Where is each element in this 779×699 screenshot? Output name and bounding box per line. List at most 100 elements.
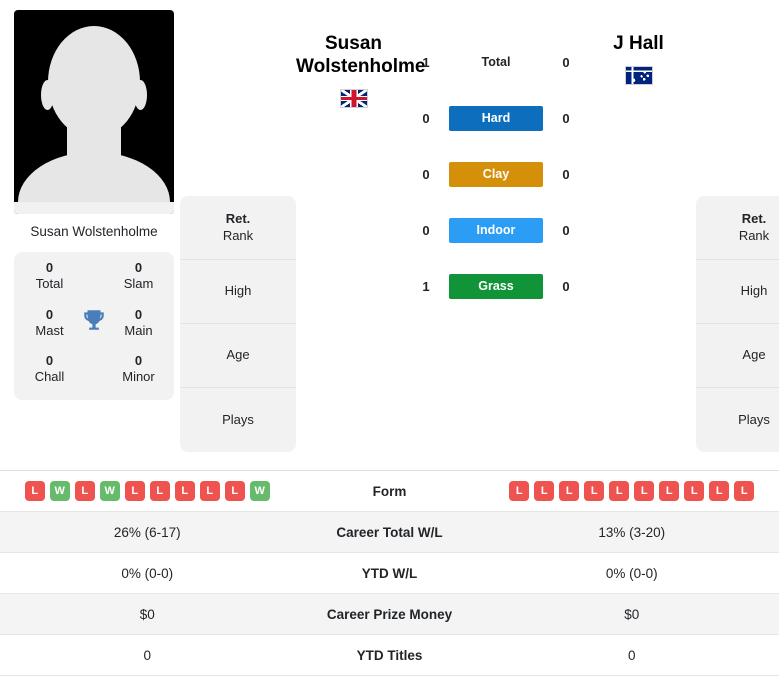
h2h-row-clay: 0 Clay 0 — [411, 146, 581, 202]
h2h-clay-left-score: 0 — [422, 166, 430, 182]
ytd-titles-left: 0 — [143, 647, 151, 663]
form-badge-left-8[interactable]: L — [224, 481, 245, 501]
h2h-grass-right-score: 0 — [562, 278, 570, 294]
right-info-rank: Ret. Rank — [696, 196, 779, 260]
career-prize-money-right: $0 — [624, 606, 640, 622]
h2h-total-left-score: 1 — [422, 54, 430, 70]
left-player-photo-caption: Susan Wolstenholme — [30, 224, 158, 239]
ytd-titles-right: 0 — [627, 647, 636, 663]
form-badge-right-9[interactable]: L — [734, 481, 755, 501]
form-badge-left-2[interactable]: L — [74, 481, 95, 501]
h2h-row-indoor: 0 Indoor 0 — [411, 202, 581, 258]
left-info-card: Ret. Rank High Age Plays — [180, 196, 296, 452]
form-badge-right-3[interactable]: L — [584, 481, 605, 501]
left-info-rank-label: Rank — [222, 227, 254, 243]
right-info-plays: Plays — [696, 388, 779, 452]
right-info-age-label: Age — [742, 347, 766, 363]
career-total-wl-label: Career Total W/L — [336, 524, 443, 540]
h2h-grass-left-score: 1 — [422, 278, 430, 294]
left-info-age-label: Age — [226, 347, 250, 363]
left-titles-total-label: Total — [35, 276, 64, 292]
left-titles-chall-label: Chall — [34, 369, 65, 385]
ytd-wl-left: 0% (0-0) — [121, 565, 174, 581]
left-info-rank: Ret. Rank — [180, 196, 296, 260]
stats-row-career-prize-money: $0 Career Prize Money $0 — [0, 594, 779, 635]
left-titles-minor-label: Minor — [122, 369, 155, 385]
right-info-plays-label: Plays — [738, 411, 770, 427]
h2h-indoor-left-score: 0 — [422, 222, 430, 238]
right-info-high: High — [696, 260, 779, 324]
gb-flag-icon — [339, 89, 368, 109]
form-badge-left-5[interactable]: L — [149, 481, 170, 501]
left-titles-chall: 0 Chall — [20, 353, 79, 386]
left-titles-total: 0 Total — [20, 260, 79, 293]
career-prize-money-label: Career Prize Money — [326, 606, 453, 622]
form-badge-left-4[interactable]: L — [124, 481, 145, 501]
left-titles-slam-value: 0 — [134, 260, 143, 276]
form-badge-left-9[interactable]: W — [249, 481, 270, 501]
career-total-wl-right: 13% (3-20) — [598, 524, 666, 540]
left-titles-minor: 0 Minor — [109, 353, 168, 386]
left-player-name-block: Susan Wolstenholme — [296, 10, 426, 109]
form-badge-right-1[interactable]: L — [534, 481, 555, 501]
left-info-rank-value: Ret. — [225, 211, 251, 227]
right-player-name-block: J Hall — [581, 10, 696, 86]
left-titles-slam-label: Slam — [123, 276, 154, 292]
silhouette-ear-right-icon — [134, 80, 147, 110]
form-badge-left-7[interactable]: L — [199, 481, 220, 501]
h2h-hard-right-score: 0 — [562, 110, 570, 126]
left-titles-grid: 0 Total 0 Slam 0 Mast 0 Main 0 Chall 0 M… — [14, 252, 174, 400]
form-badge-right-4[interactable]: L — [609, 481, 630, 501]
left-titles-main-value: 0 — [134, 306, 143, 322]
right-info-high-label: High — [740, 283, 768, 299]
form-right-badges: LLLLLLLLLL — [485, 481, 779, 501]
h2h-row-hard: 0 Hard 0 — [411, 90, 581, 146]
form-badge-right-7[interactable]: L — [684, 481, 705, 501]
left-info-high: High — [180, 260, 296, 324]
career-total-wl-left: 26% (6-17) — [113, 524, 181, 540]
form-badge-right-0[interactable]: L — [509, 481, 530, 501]
trophy-icon — [79, 307, 109, 338]
au-flag-icon — [624, 66, 653, 86]
form-row-label: Form — [372, 483, 407, 499]
form-badge-right-2[interactable]: L — [559, 481, 580, 501]
left-titles-total-value: 0 — [45, 260, 54, 276]
ytd-titles-label: YTD Titles — [356, 647, 423, 663]
left-titles-minor-value: 0 — [134, 353, 143, 369]
left-titles-mast-value: 0 — [45, 306, 54, 322]
left-titles-main-label: Main — [124, 322, 153, 338]
left-info-age: Age — [180, 324, 296, 388]
h2h-hard-left-score: 0 — [422, 110, 430, 126]
left-titles-mast: 0 Mast — [20, 307, 79, 340]
left-titles-card: 0 Total 0 Slam 0 Mast 0 Main 0 Chall 0 M… — [14, 252, 174, 400]
h2h-clay-right-score: 0 — [562, 166, 570, 182]
form-badge-right-5[interactable]: L — [634, 481, 655, 501]
stats-row-form: LWLWLLLLLW Form LLLLLLLLLL — [0, 471, 779, 512]
h2h-grass-label[interactable]: Grass — [449, 273, 543, 299]
stats-row-career-total-wl: 26% (6-17) Career Total W/L 13% (3-20) — [0, 512, 779, 553]
h2h-clay-label[interactable]: Clay — [449, 161, 543, 187]
h2h-total-right-score: 0 — [562, 54, 570, 70]
form-left-cell: LWLWLLLLLW — [0, 481, 295, 501]
head-to-head-surfaces: 1 Total 0 0 Hard 0 0 Clay 0 0 Indoor 0 1 — [411, 10, 581, 314]
right-player-name-line1: J Hall — [613, 33, 664, 54]
h2h-hard-label[interactable]: Hard — [449, 105, 543, 131]
left-titles-chall-value: 0 — [45, 353, 54, 369]
form-badge-left-0[interactable]: L — [24, 481, 45, 501]
left-player-name-line2: Wolstenholme — [296, 56, 426, 78]
comparison-stats-table: LWLWLLLLLW Form LLLLLLLLLL 26% (6-17) Ca… — [0, 470, 779, 676]
form-badge-left-1[interactable]: W — [49, 481, 70, 501]
h2h-total-label: Total — [481, 55, 511, 69]
right-info-rank-value: Ret. — [741, 211, 767, 227]
form-left-badges: LWLWLLLLLW — [0, 481, 295, 501]
form-badge-right-8[interactable]: L — [709, 481, 730, 501]
player-comparison-page: Susan Wolstenholme 0 Total 0 Slam 0 Mast — [0, 0, 779, 699]
h2h-row-total: 1 Total 0 — [411, 34, 581, 90]
form-badge-left-3[interactable]: W — [99, 481, 120, 501]
form-right-cell: LLLLLLLLLL — [485, 481, 779, 501]
form-badge-right-6[interactable]: L — [659, 481, 680, 501]
left-info-high-label: High — [224, 283, 252, 299]
left-titles-mast-label: Mast — [35, 322, 64, 338]
form-badge-left-6[interactable]: L — [174, 481, 195, 501]
h2h-indoor-label[interactable]: Indoor — [449, 217, 543, 243]
